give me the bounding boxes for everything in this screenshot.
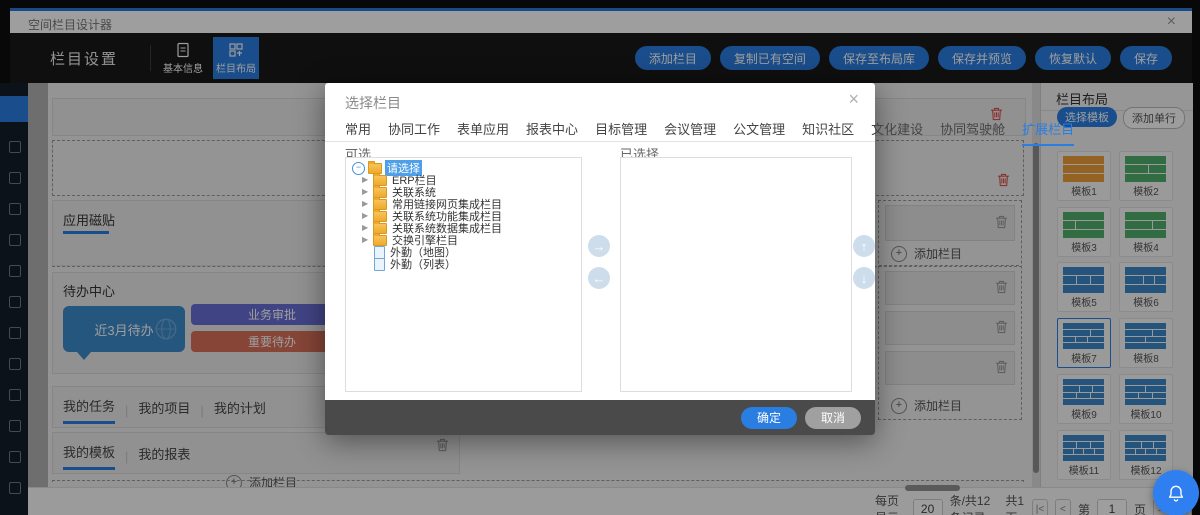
modal-tab-表单应用[interactable]: 表单应用 [457,119,509,146]
modal-tab-报表中心[interactable]: 报表中心 [526,119,578,146]
modal-title: 选择栏目 [345,95,401,111]
move-right-button[interactable]: → [588,235,610,257]
modal-tab-公文管理[interactable]: 公文管理 [733,119,785,146]
collapse-icon[interactable]: − [352,161,365,175]
category-tree: − 请选择 ▶ ERP栏目 ▶ 关联系统 ▶ 常用链接网页集成栏目 ▶ 关联系统功能集成栏目 ▶ 关联… [352,160,579,271]
modal-tabs: 常用 协同工作 表单应用 报表中心 目标管理 会议管理 公文管理 知识社区 文化建设 协同驾驶舱扩… [345,119,1075,146]
expand-icon[interactable]: ▶ [362,187,372,197]
modal-tab-目标管理[interactable]: 目标管理 [595,119,647,146]
tree-node-label: 外勤（列表） [390,259,456,271]
folder-icon [373,208,387,222]
file-icon [374,257,385,271]
tree-node[interactable]: − 请选择 [352,160,579,176]
expand-icon[interactable]: ▶ [362,223,372,233]
confirm-button[interactable]: 确定 [740,406,797,429]
expand-icon[interactable]: ▶ [362,199,372,209]
move-up-button[interactable]: ↑ [853,235,875,257]
modal-tab-常用[interactable]: 常用 [345,119,371,146]
tree-node[interactable]: 外勤（地图） [352,245,579,259]
modal-tab-扩展栏目[interactable]: 扩展栏目 [1022,119,1075,146]
modal-tab-协同工作[interactable]: 协同工作 [388,119,440,146]
bell-icon [1168,485,1184,502]
folder-icon [373,232,387,246]
folder-icon [373,172,387,186]
h-scrollbar-thumb[interactable] [905,485,960,491]
expand-icon[interactable]: ▶ [362,175,372,185]
modal-tab-知识社区[interactable]: 知识社区 [802,119,854,146]
folder-icon [373,196,387,210]
tree-node[interactable]: ▶ ERP栏目 [352,172,579,187]
folder-icon [373,220,387,234]
modal-close-icon[interactable]: × [848,89,859,110]
tree-node[interactable]: ▶ 关联系统数据集成栏目 [352,220,579,235]
modal-tab-文化建设[interactable]: 文化建设 [871,119,923,146]
folder-icon [373,184,387,198]
tree-node[interactable]: 外勤（列表） [352,257,579,271]
available-listbox[interactable]: − 请选择 ▶ ERP栏目 ▶ 关联系统 ▶ 常用链接网页集成栏目 ▶ 关联系统功能集成栏目 ▶ 关联… [345,157,582,392]
move-left-button[interactable]: ← [588,267,610,289]
cancel-button[interactable]: 取消 [804,406,861,429]
screen: 空间栏目设计器 × 栏目设置 基本信息 栏目布局 添加栏目 复制已有空间 保存至布局… [0,0,1200,515]
modal-tab-协同驾驶舱[interactable]: 协同驾驶舱 [940,119,1005,146]
selected-listbox[interactable] [620,157,852,392]
folder-icon [368,160,382,174]
expand-icon[interactable]: ▶ [362,211,372,221]
modal-footer: 确定 取消 [325,400,875,435]
move-down-button[interactable]: ↓ [853,267,875,289]
modal-tab-会议管理[interactable]: 会议管理 [664,119,716,146]
file-icon [374,245,385,259]
select-column-modal: 选择栏目 × 常用 协同工作 表单应用 报表中心 目标管理 会议管理 公文管理 知识社区 文化建… [325,83,1075,435]
notification-bell-button[interactable] [1153,470,1199,515]
expand-icon[interactable]: ▶ [362,235,372,245]
